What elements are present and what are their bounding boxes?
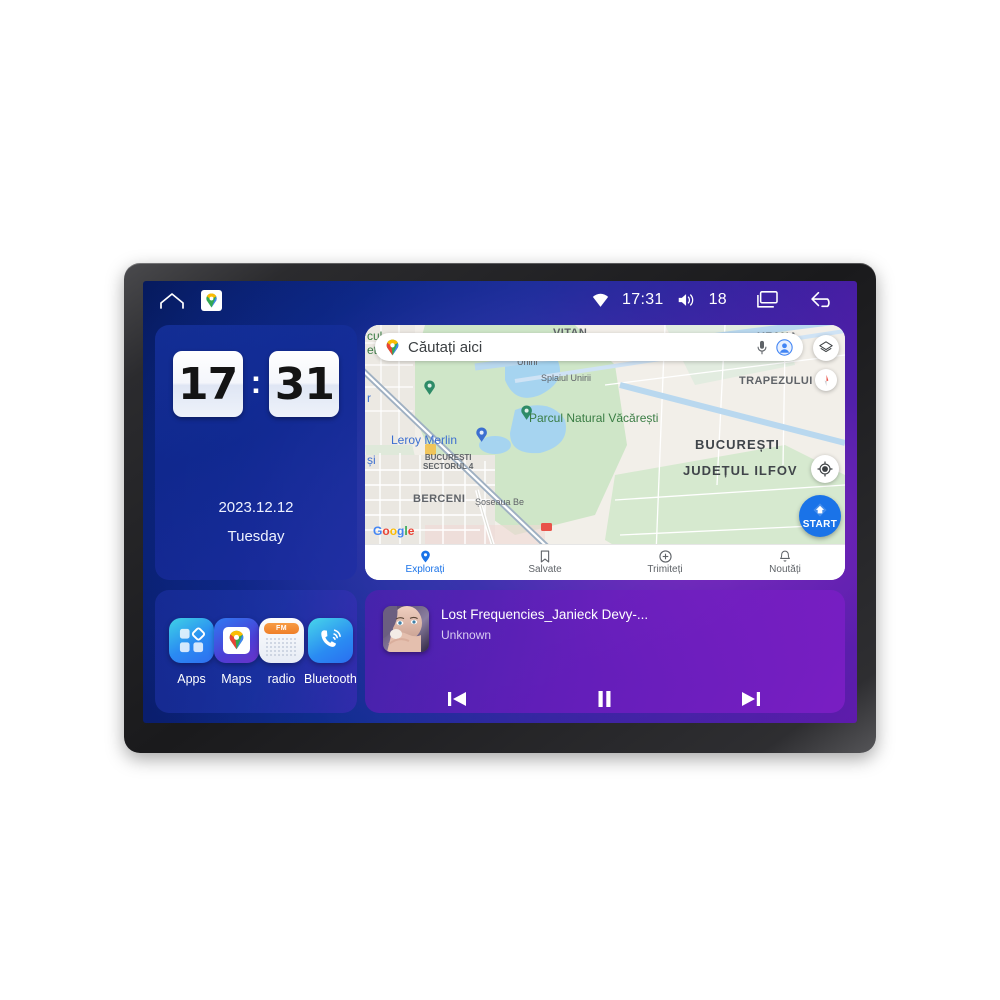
navigation-arrow-icon — [812, 502, 828, 518]
recent-apps-icon[interactable] — [754, 290, 780, 310]
pause-icon[interactable] — [591, 686, 617, 712]
home-icon[interactable] — [159, 292, 185, 309]
microphone-icon[interactable] — [756, 340, 768, 355]
volume-icon[interactable] — [677, 292, 696, 308]
app-label-radio: radio — [267, 671, 296, 686]
home-screen-grid: 17 : 31 2023.12.12 Tuesday cul Splaiul U… — [155, 325, 845, 713]
maps-pin-icon — [385, 339, 400, 356]
maps-pin-icon — [214, 617, 259, 663]
bluetooth-phone-icon — [307, 617, 353, 663]
device-screen: 17:31 18 17: 31 2023.12.12 Tuesday cul … — [143, 281, 857, 723]
apps-grid-icon — [169, 617, 214, 663]
map-canvas[interactable] — [365, 325, 845, 580]
mapnav-updates-label: Noutăți — [769, 564, 801, 575]
clock-minutes: 31 — [269, 351, 340, 417]
volume-level: 18 — [708, 291, 727, 308]
maps-widget[interactable]: UZANAVITANculeteSplaiul UniriiUniriiTRAP… — [365, 325, 845, 580]
layers-icon[interactable] — [813, 335, 839, 361]
next-track-icon[interactable] — [738, 686, 764, 712]
music-transport-controls — [383, 686, 825, 712]
compass-icon[interactable] — [815, 369, 837, 391]
my-location-icon[interactable] — [811, 455, 839, 483]
bookmark-icon — [540, 550, 550, 563]
app-label-bluetooth: Bluetooth — [304, 671, 357, 686]
app-item-radio[interactable]: FM radio — [259, 617, 304, 686]
status-time: 17:31 — [622, 291, 664, 308]
start-navigation-button[interactable]: START — [799, 495, 841, 537]
app-label-maps: Maps — [221, 671, 252, 686]
mapnav-updates[interactable]: Noutăți — [725, 550, 845, 575]
car-head-unit-device: 17:31 18 17: 31 2023.12.12 Tuesday cul … — [124, 263, 876, 753]
apps-dock: Apps Maps FM radio Bluetooth — [155, 590, 357, 713]
app-label-apps: Apps — [177, 671, 206, 686]
mapnav-saved-label: Salvate — [528, 564, 562, 575]
mapnav-saved[interactable]: Salvate — [485, 550, 605, 575]
app-item-apps[interactable]: Apps — [169, 617, 214, 686]
fm-radio-icon: FM — [259, 617, 304, 663]
clock-hours: 17 — [172, 351, 243, 417]
track-artist: Unknown — [441, 628, 492, 642]
back-arrow-icon[interactable] — [809, 290, 837, 310]
maps-pin-icon[interactable] — [201, 289, 222, 311]
clock-date: 2023.12.12 — [218, 499, 294, 516]
clock-weekday: Tuesday — [227, 528, 285, 545]
start-label: START — [802, 519, 838, 530]
map-search-bar[interactable]: Căutați aici — [375, 333, 803, 361]
account-avatar-icon[interactable] — [776, 338, 793, 356]
status-bar: 17:31 18 — [143, 281, 857, 319]
track-title: Lost Frequencies_Janieck Devy-... — [441, 607, 649, 622]
clock-separator: : — [250, 363, 262, 400]
flip-clock: 17 : 31 — [172, 351, 340, 417]
map-pin-icon — [420, 550, 431, 563]
mapnav-explore-label: Explorați — [405, 564, 445, 575]
maps-bottom-nav: Explorați Salvate Trimiteți Noutăți — [365, 544, 845, 580]
wifi-icon — [592, 293, 609, 308]
mapnav-contribute[interactable]: Trimiteți — [605, 550, 725, 575]
map-search-placeholder[interactable]: Căutați aici — [408, 339, 748, 356]
app-item-maps[interactable]: Maps — [214, 617, 259, 686]
app-item-bluetooth[interactable]: Bluetooth — [304, 617, 357, 686]
radio-band-badge: FM — [275, 624, 288, 632]
bell-icon — [779, 550, 791, 563]
previous-track-icon[interactable] — [444, 686, 470, 712]
contribute-plus-icon — [658, 550, 672, 563]
album-art — [383, 606, 429, 652]
google-attribution: Google — [373, 524, 415, 538]
mapnav-explore[interactable]: Explorați — [365, 550, 485, 575]
music-player-widget[interactable]: Lost Frequencies_Janieck Devy-... Unknow… — [365, 590, 845, 713]
mapnav-contribute-label: Trimiteți — [647, 564, 683, 575]
clock-widget[interactable]: 17 : 31 2023.12.12 Tuesday — [155, 325, 357, 580]
